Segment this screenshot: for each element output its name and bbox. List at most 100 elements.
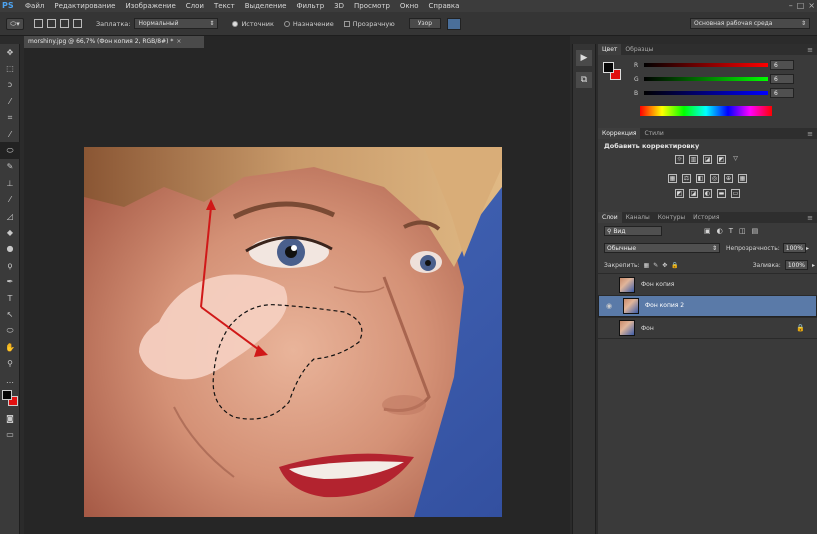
fill-field[interactable]: 100%	[784, 260, 808, 270]
filter-type-icon[interactable]: T	[729, 227, 733, 235]
levels-icon[interactable]: ▥	[689, 155, 698, 164]
invert-icon[interactable]: ◩	[675, 189, 684, 198]
channel-mixer-icon[interactable]: ⊕	[724, 174, 733, 183]
menu-text[interactable]: Текст	[209, 0, 240, 12]
menu-3d[interactable]: 3D	[329, 0, 349, 12]
blur-tool-icon[interactable]: ●	[0, 241, 20, 257]
menu-image[interactable]: Изображение	[120, 0, 180, 12]
zoom-tool-icon[interactable]: ⚲	[0, 355, 20, 371]
path-select-tool-icon[interactable]: ↖	[0, 306, 20, 322]
workspace-select[interactable]: Основная рабочая среда ⇕	[690, 18, 810, 29]
filter-adjust-icon[interactable]: ◐	[717, 227, 723, 235]
filter-smart-icon[interactable]: ▤	[752, 227, 759, 235]
pattern-button[interactable]: Узор	[408, 18, 442, 29]
opacity-field[interactable]: 100%	[782, 243, 806, 253]
patch-tool-icon[interactable]: ⬭▾	[6, 17, 24, 30]
marquee-tool-icon[interactable]: ⬚	[0, 60, 20, 76]
maximize-icon[interactable]: □	[797, 0, 805, 12]
layer-row[interactable]: Фон 🔒	[598, 317, 817, 339]
layer-filter-select[interactable]: ⚲ Вид	[604, 226, 662, 236]
play-icon[interactable]: ▶	[576, 50, 592, 66]
lock-position-icon[interactable]: ✥	[662, 262, 667, 269]
threshold-icon[interactable]: ◐	[703, 189, 712, 198]
lasso-tool-icon[interactable]: ↄ	[0, 77, 20, 93]
menu-window[interactable]: Окно	[395, 0, 424, 12]
gradient-map-icon[interactable]: ▭	[731, 189, 740, 198]
close-icon[interactable]: ×	[808, 0, 815, 12]
patch-mode-select[interactable]: Нормальный ⇕	[134, 18, 219, 29]
transparent-option[interactable]: Прозрачную	[343, 20, 395, 28]
dodge-tool-icon[interactable]: ϙ	[0, 257, 20, 273]
history-icon[interactable]: ⧉	[576, 72, 592, 88]
document-tab[interactable]: morshiny.jpg @ 66,7% (Фон копия 2, RGB/8…	[24, 36, 204, 48]
pattern-swatch-icon[interactable]	[447, 17, 462, 30]
stamp-tool-icon[interactable]: ⊥	[0, 175, 20, 191]
patch-tool-icon[interactable]: ⬭	[0, 142, 20, 159]
tab-channels[interactable]: Каналы	[622, 212, 654, 223]
opacity-arrow-icon[interactable]: ▸	[806, 245, 809, 252]
red-slider[interactable]	[644, 63, 768, 67]
blue-slider[interactable]	[644, 91, 768, 95]
fg-swatch[interactable]	[603, 62, 614, 73]
menu-select[interactable]: Выделение	[240, 0, 292, 12]
quick-select-tool-icon[interactable]: ⁄	[0, 93, 20, 109]
brightness-icon[interactable]: ☼	[675, 155, 684, 164]
shape-tool-icon[interactable]: ⬭	[0, 323, 20, 339]
tab-color[interactable]: Цвет	[598, 44, 622, 55]
quick-mask-icon[interactable]: ◙	[0, 410, 20, 426]
tab-history[interactable]: История	[689, 212, 723, 223]
filter-shape-icon[interactable]: ◫	[739, 227, 746, 235]
add-selection-icon[interactable]	[47, 19, 56, 28]
move-tool-icon[interactable]: ✥	[0, 44, 20, 60]
exposure-icon[interactable]: ◩	[717, 155, 726, 164]
tab-paths[interactable]: Контуры	[654, 212, 689, 223]
posterize-icon[interactable]: ◪	[689, 189, 698, 198]
subtract-selection-icon[interactable]	[60, 19, 69, 28]
filter-pixel-icon[interactable]: ▣	[704, 227, 711, 235]
photo-filter-icon[interactable]: ◎	[710, 174, 719, 183]
panel-menu-icon[interactable]: ≡	[807, 214, 817, 222]
lock-all-icon[interactable]: 🔒	[671, 262, 678, 269]
intersect-selection-icon[interactable]	[73, 19, 82, 28]
menu-layers[interactable]: Слои	[181, 0, 209, 12]
tab-styles[interactable]: Стили	[640, 128, 667, 139]
color-balance-icon[interactable]: ⚖	[682, 174, 691, 183]
destination-option[interactable]: Назначение	[283, 20, 334, 28]
lock-image-icon[interactable]: ✎	[653, 262, 658, 269]
pen-tool-icon[interactable]: ✒	[0, 273, 20, 289]
menu-filter[interactable]: Фильтр	[291, 0, 329, 12]
menu-view[interactable]: Просмотр	[349, 0, 395, 12]
green-value[interactable]: 6	[770, 74, 794, 84]
source-option[interactable]: Источник	[232, 20, 274, 28]
photo-canvas[interactable]	[84, 147, 502, 517]
color-spectrum[interactable]	[640, 106, 772, 116]
red-value[interactable]: 6	[770, 60, 794, 70]
eyedropper-tool-icon[interactable]: ⁄	[0, 126, 20, 142]
selective-color-icon[interactable]: ▬	[717, 189, 726, 198]
minimize-icon[interactable]: –	[789, 0, 793, 12]
tab-layers[interactable]: Слои	[598, 212, 622, 223]
eye-icon[interactable]: ◉	[602, 301, 616, 311]
tab-swatches[interactable]: Образцы	[621, 44, 657, 55]
brush-tool-icon[interactable]: ✎	[0, 159, 20, 175]
color-lookup-icon[interactable]: ▦	[738, 174, 747, 183]
menu-help[interactable]: Справка	[424, 0, 465, 12]
history-brush-tool-icon[interactable]: ⁄	[0, 192, 20, 208]
eraser-tool-icon[interactable]: ◿	[0, 208, 20, 224]
hue-saturation-icon[interactable]: ▦	[668, 174, 677, 183]
lock-transparent-icon[interactable]: ▦	[644, 262, 650, 269]
screen-mode-icon[interactable]: ▭	[0, 427, 20, 443]
fill-arrow-icon[interactable]: ▸	[812, 262, 815, 269]
vibrance-icon[interactable]: ▽	[731, 155, 740, 164]
paint-bucket-tool-icon[interactable]: ◆	[0, 224, 20, 240]
color-swatches[interactable]	[0, 388, 19, 410]
type-tool-icon[interactable]: T	[0, 290, 20, 306]
layer-row[interactable]: Фон копия	[598, 273, 817, 295]
green-slider[interactable]	[644, 77, 768, 81]
panel-menu-icon[interactable]: ≡	[807, 46, 817, 54]
menu-edit[interactable]: Редактирование	[49, 0, 120, 12]
menu-file[interactable]: Файл	[20, 0, 49, 12]
foreground-color-swatch[interactable]	[2, 390, 12, 401]
blend-mode-select[interactable]: Обычные ⇕	[604, 243, 720, 253]
hand-tool-icon[interactable]: ✋	[0, 339, 20, 355]
